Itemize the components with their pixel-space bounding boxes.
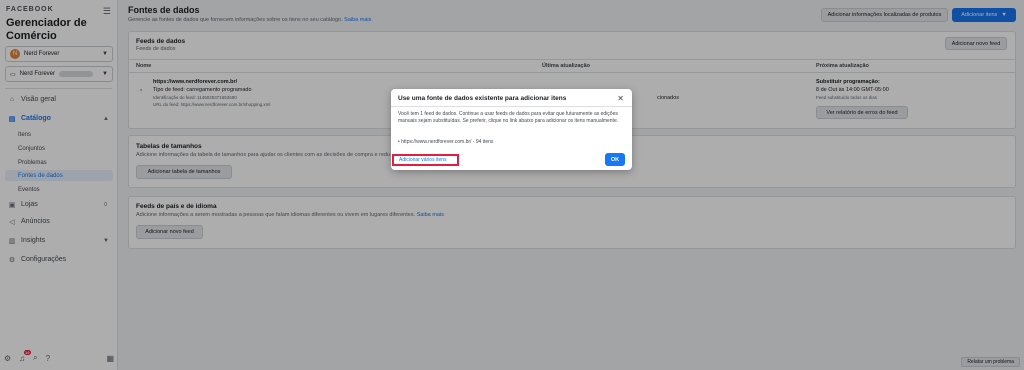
feed-list-item: • https://www.nerdforever.com.br/ · 94 i…: [398, 139, 494, 145]
dialog-title: Use uma fonte de dados existente para ad…: [398, 95, 567, 102]
ok-button[interactable]: OK: [605, 153, 625, 166]
dialog-body: Você tem 1 feed de dados. Continue a usa…: [398, 111, 619, 124]
add-multiple-items-link[interactable]: Adicionar vários itens: [392, 154, 459, 166]
divider: [391, 106, 632, 107]
close-icon[interactable]: ✕: [617, 94, 624, 103]
modal-backdrop[interactable]: [0, 0, 1024, 370]
